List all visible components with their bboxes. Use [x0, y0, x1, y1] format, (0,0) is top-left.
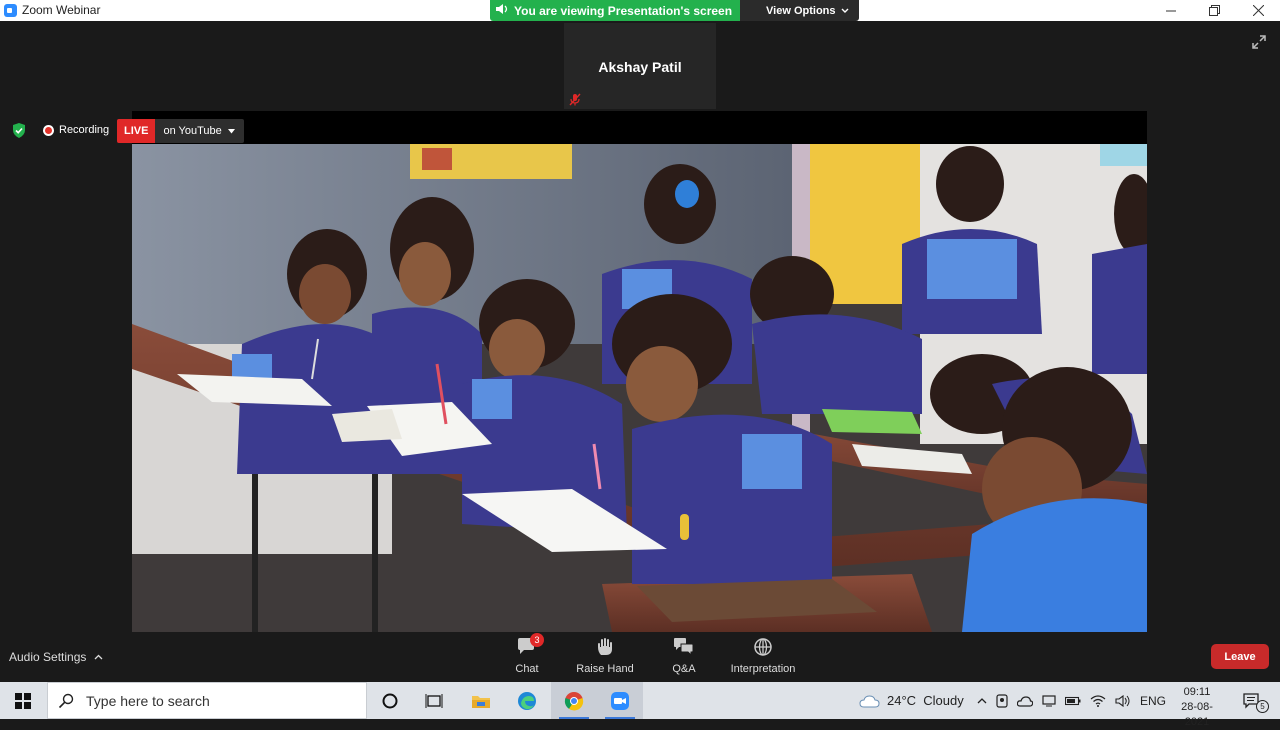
- live-label: LIVE: [117, 119, 156, 143]
- language-indicator[interactable]: ENG: [1140, 694, 1166, 708]
- meeting-area: Akshay Patil Recording LIVE on YouTube A…: [0, 21, 1280, 682]
- viewing-banner: You are viewing Presentation's screen Vi…: [490, 0, 859, 21]
- audio-settings-button[interactable]: Audio Settings: [9, 650, 103, 664]
- edge-icon: [518, 691, 536, 710]
- onedrive-icon: [1017, 695, 1033, 707]
- chat-badge: 3: [530, 633, 544, 647]
- volume-icon: [1115, 694, 1130, 707]
- taskbar-clock[interactable]: 09:11 28-08-2021: [1170, 685, 1224, 730]
- search-placeholder: Type here to search: [86, 692, 210, 709]
- edge-browser-button[interactable]: [504, 682, 550, 719]
- speaker-icon: [496, 4, 508, 17]
- raise-hand-label: Raise Hand: [576, 663, 634, 675]
- chrome-browser-button[interactable]: [551, 682, 597, 719]
- hand-icon: [594, 637, 616, 657]
- task-view-button[interactable]: [411, 682, 457, 719]
- zoom-icon: [611, 691, 629, 710]
- security-shield-icon[interactable]: [11, 122, 27, 139]
- folder-icon: [472, 695, 490, 708]
- chat-button[interactable]: 3 Chat: [508, 633, 546, 675]
- battery-icon: [1065, 696, 1081, 705]
- zoom-app-icon: [4, 4, 17, 17]
- globe-icon: [752, 637, 774, 657]
- interpretation-button[interactable]: Interpretation: [727, 637, 799, 675]
- wifi-icon: [1090, 694, 1106, 707]
- minimize-icon: [1166, 10, 1176, 11]
- chevron-up-icon: [94, 654, 103, 660]
- recording-indicator[interactable]: Recording: [43, 124, 109, 136]
- viewing-status: You are viewing Presentation's screen: [490, 0, 741, 21]
- leave-button[interactable]: Leave: [1211, 644, 1269, 669]
- speaker-name: Akshay Patil: [598, 59, 682, 75]
- interpretation-label: Interpretation: [730, 663, 796, 675]
- speaker-video-tile[interactable]: Akshay Patil: [564, 23, 716, 109]
- audio-settings-label: Audio Settings: [9, 650, 87, 664]
- record-icon: [43, 124, 54, 136]
- shared-screen-content: [132, 144, 1147, 632]
- viewing-text: You are viewing Presentation's screen: [514, 3, 733, 18]
- classroom-photo: [132, 144, 1147, 632]
- mic-muted-icon: [569, 93, 581, 106]
- recording-label: Recording: [59, 124, 110, 136]
- file-explorer-button[interactable]: [458, 682, 504, 719]
- window-title: Zoom Webinar: [22, 3, 101, 17]
- windows-taskbar: Type here to search 24°C Cloudy ENG 09:1…: [0, 682, 1280, 728]
- cloud-icon: [859, 694, 880, 707]
- qa-icon: [673, 637, 695, 657]
- close-button[interactable]: [1236, 0, 1280, 21]
- chat-icon: 3: [516, 633, 544, 657]
- live-stream-badge[interactable]: LIVE on YouTube: [117, 119, 244, 143]
- qa-label: Q&A: [672, 663, 696, 675]
- weather-text: 24°C Cloudy: [887, 693, 964, 708]
- clock-date: 28-08-2021: [1181, 701, 1213, 728]
- raise-hand-button[interactable]: Raise Hand: [573, 637, 637, 675]
- live-destination[interactable]: on YouTube: [155, 119, 244, 143]
- cortana-icon: [382, 693, 398, 708]
- restore-button[interactable]: [1192, 0, 1236, 21]
- view-options-label: View Options: [766, 4, 836, 17]
- notification-count: 5: [1256, 700, 1269, 713]
- weather-widget[interactable]: 24°C Cloudy: [859, 682, 964, 719]
- taskbar-search-box[interactable]: Type here to search: [47, 682, 367, 719]
- zoom-taskbar-button[interactable]: [597, 682, 643, 719]
- display-icon: [1042, 694, 1056, 706]
- restore-icon: [1208, 5, 1220, 16]
- close-icon: [1252, 5, 1264, 16]
- meet-now-icon: [996, 693, 1008, 708]
- view-options-button[interactable]: View Options: [740, 0, 859, 21]
- search-icon: [58, 693, 74, 708]
- clock-time: 09:11: [1183, 686, 1211, 698]
- qa-button[interactable]: Q&A: [666, 637, 702, 675]
- caret-down-icon: [227, 128, 235, 133]
- show-hidden-icons-icon: [977, 698, 987, 704]
- live-destination-label: on YouTube: [163, 125, 222, 137]
- cortana-button[interactable]: [367, 682, 413, 719]
- notification-center-button[interactable]: 5: [1232, 682, 1272, 719]
- task-view-icon: [425, 693, 443, 708]
- chevron-down-icon: [841, 8, 849, 13]
- system-tray: ENG: [977, 682, 1166, 719]
- minimize-button[interactable]: [1149, 0, 1193, 21]
- chrome-icon: [564, 691, 584, 710]
- start-button[interactable]: [0, 682, 46, 719]
- fullscreen-icon[interactable]: [1250, 33, 1268, 51]
- windows-logo-icon: [15, 692, 31, 709]
- chat-label: Chat: [515, 663, 539, 675]
- shared-screen-top-bar: [132, 111, 1147, 144]
